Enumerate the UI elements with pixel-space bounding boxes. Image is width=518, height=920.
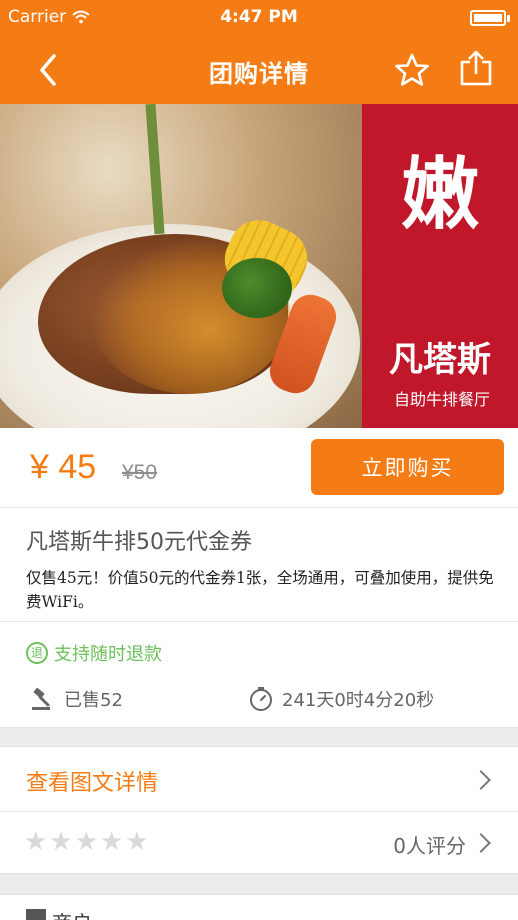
deal-banner[interactable]: 嫩 凡塔斯 自助牛排餐厅 — [0, 104, 518, 428]
battery-icon — [470, 10, 510, 26]
stopwatch-icon — [250, 687, 272, 711]
deal-description: 仅售45元！价值50元的代金券1张，全场通用，可叠加使用，提供免费WiFi。 — [26, 569, 494, 611]
star-icon: ★ — [74, 827, 98, 857]
status-bar: Carrier 4:47 PM — [0, 0, 518, 34]
brand-name: 凡塔斯 — [389, 340, 491, 380]
nav-bar: 团购详情 — [0, 34, 518, 104]
deal-info: 凡塔斯牛排50元代金券 仅售45元！价值50元的代金券1张，全场通用，可叠加使用… — [0, 508, 518, 622]
current-price: ¥ 45 — [30, 448, 97, 486]
brand-subtitle: 自助牛排餐厅 — [393, 390, 490, 409]
page-title: 团购详情 — [209, 60, 309, 88]
chevron-right-icon — [471, 833, 491, 853]
price-row: ¥ 45 ¥50 立即购买 — [0, 428, 518, 508]
broccoli-graphic — [222, 258, 292, 318]
star-outline-icon[interactable] — [392, 50, 432, 90]
star-icon: ★ — [24, 827, 48, 857]
deal-perks: 退 支持随时退款 已售52 241天0时4分20秒 — [0, 622, 518, 728]
rating-row[interactable]: ★ ★ ★ ★ ★ 0人评分 — [0, 812, 518, 874]
view-details-label: 查看图文详情 — [26, 771, 159, 796]
refund-label: 支持随时退款 — [54, 644, 162, 665]
star-icon: ★ — [49, 827, 73, 857]
review-count: 0人评分 — [393, 834, 466, 858]
herb-graphic — [145, 104, 165, 235]
status-time: 4:47 PM — [220, 7, 298, 27]
brand-logo-char: 嫩 — [400, 149, 479, 240]
gavel-icon — [32, 687, 50, 710]
shop-icon — [26, 909, 46, 920]
refund-icon: 退 — [26, 642, 48, 664]
deal-title: 凡塔斯牛排50元代金券 — [26, 530, 252, 555]
chevron-right-icon — [471, 770, 491, 790]
original-price: ¥50 — [122, 461, 158, 484]
buy-now-button[interactable]: 立即购买 — [311, 439, 504, 495]
countdown-label: 241天0时4分20秒 — [282, 690, 435, 711]
star-icon: ★ — [99, 827, 124, 857]
view-details-row[interactable]: 查看图文详情 — [0, 746, 518, 812]
brand-panel: 嫩 凡塔斯 自助牛排餐厅 — [362, 104, 518, 428]
rating-stars: ★ ★ ★ ★ ★ — [24, 828, 149, 856]
share-icon[interactable] — [456, 48, 496, 88]
shop-label: 商户 — [52, 907, 92, 920]
shop-row[interactable]: 商户 — [0, 894, 518, 920]
sold-label: 已售52 — [64, 690, 123, 711]
star-icon: ★ — [125, 827, 149, 857]
refund-badge: 退 支持随时退款 — [26, 640, 162, 666]
countdown: 241天0时4分20秒 — [248, 686, 434, 712]
sold-count: 已售52 — [30, 686, 123, 712]
app-header: Carrier 4:47 PM 团购详情 — [0, 0, 518, 104]
steak-photo — [0, 104, 362, 428]
